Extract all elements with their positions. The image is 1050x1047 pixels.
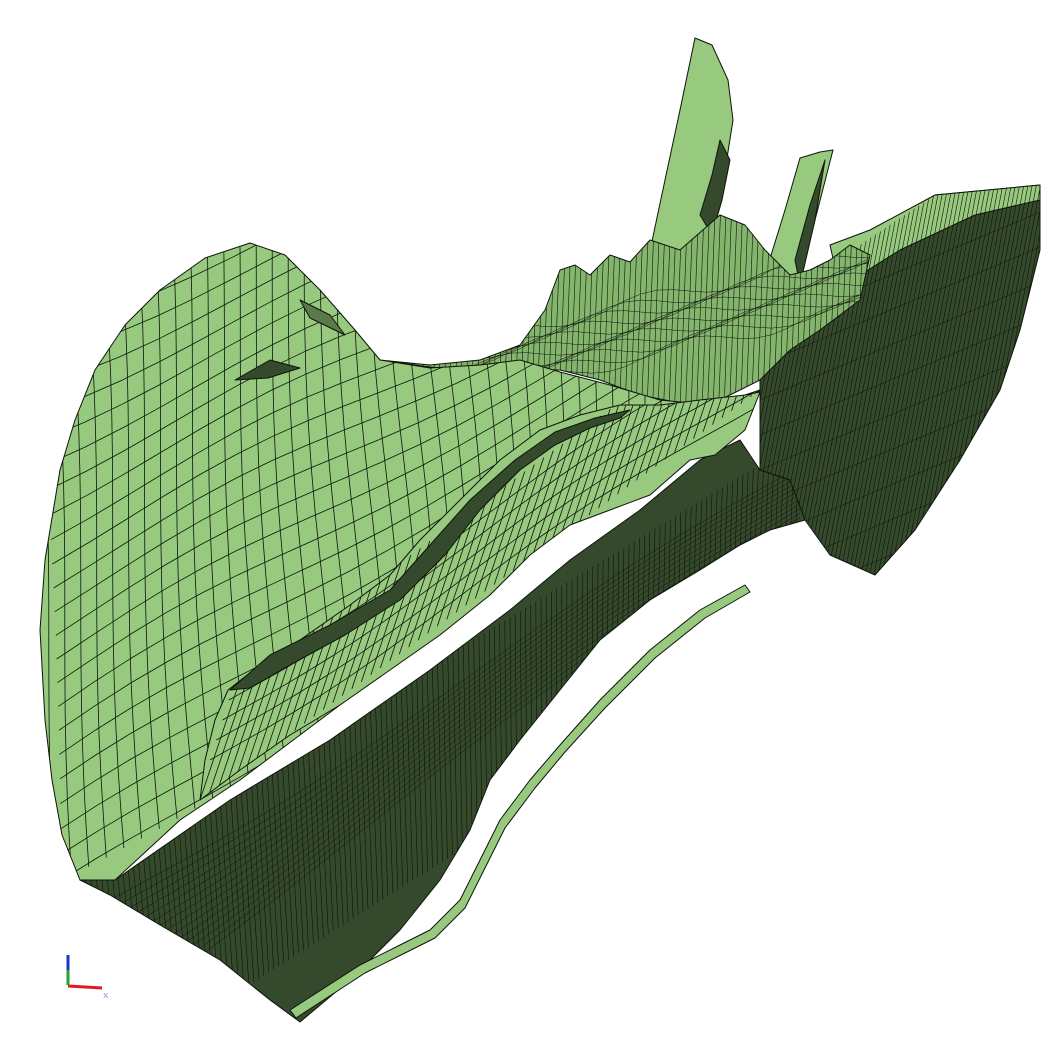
3d-viewport[interactable]: x (0, 0, 1050, 1047)
mesh-render[interactable] (0, 0, 1050, 1047)
grid-line (95, 870, 116, 1022)
grid-line (80, 879, 101, 1022)
x-axis-label: x (103, 991, 109, 1001)
orientation-axes (66, 955, 103, 990)
grid-line (90, 873, 111, 1022)
grid-line (84, 876, 106, 1022)
x-axis-icon (67, 984, 103, 990)
